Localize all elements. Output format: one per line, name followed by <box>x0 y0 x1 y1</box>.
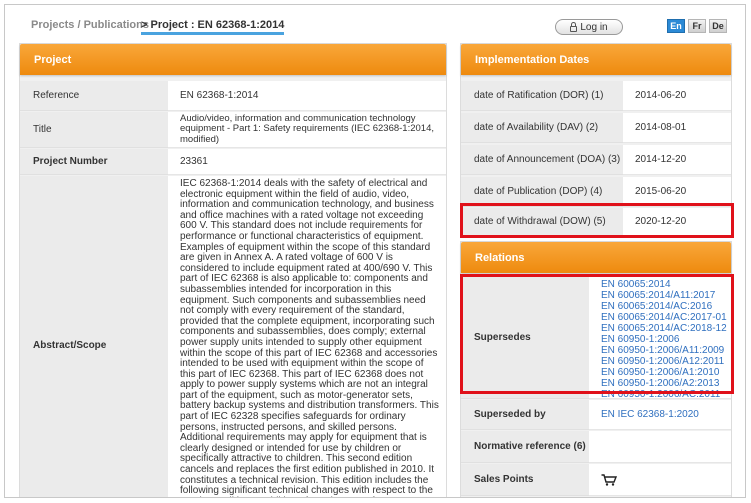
project-row-title: Title Audio/video, information and commu… <box>20 112 446 148</box>
cart-icon[interactable] <box>601 473 617 486</box>
abstract-value: IEC 62368-1:2014 deals with the safety o… <box>168 176 446 497</box>
project-row-number: Project Number 23361 <box>20 149 446 175</box>
relations-row-superseded-by: Superseded by EN IEC 62368-1:2020 <box>461 400 731 430</box>
doa-label: date of Announcement (DOA) (3) <box>461 145 623 175</box>
date-row-availability: date of Availability (DAV) (2) 2014-08-0… <box>461 113 731 143</box>
breadcrumb-parent-link[interactable]: Projects / Publications <box>31 19 149 31</box>
project-number-value: 23361 <box>168 149 446 175</box>
relations-row-sales: Sales Points <box>461 464 731 496</box>
project-panel: Project Reference EN 62368-1:2014 Title … <box>19 43 447 497</box>
sales-points-label: Sales Points <box>461 464 589 496</box>
project-row-abstract: Abstract/Scope IEC 62368-1:2014 deals wi… <box>20 176 446 497</box>
normative-reference-value <box>589 431 731 463</box>
login-label: Log in <box>580 21 608 33</box>
title-value: Audio/video, information and communicati… <box>168 112 446 148</box>
abstract-label: Abstract/Scope <box>20 176 168 497</box>
breadcrumb: Projects / Publications > Project : EN 6… <box>31 19 285 35</box>
superseded-by-label: Superseded by <box>461 400 589 430</box>
dor-label: date of Ratification (DOR) (1) <box>461 81 623 111</box>
project-row-reference: Reference EN 62368-1:2014 <box>20 81 446 111</box>
reference-label: Reference <box>20 81 168 111</box>
lang-fr-button[interactable]: Fr <box>688 19 706 33</box>
date-row-announcement: date of Announcement (DOA) (3) 2014-12-2… <box>461 145 731 175</box>
implementation-panel-title: Implementation Dates <box>461 44 731 75</box>
lock-icon <box>570 21 578 32</box>
project-panel-title: Project <box>20 44 446 75</box>
dor-value: 2014-06-20 <box>623 81 731 111</box>
superseded-by-link[interactable]: EN IEC 62368-1:2020 <box>601 409 699 420</box>
dav-value: 2014-08-01 <box>623 113 731 143</box>
page-frame: Projects / Publications > Project : EN 6… <box>4 4 746 498</box>
language-switcher: En Fr De <box>667 19 727 33</box>
lang-en-button[interactable]: En <box>667 19 685 33</box>
date-row-ratification: date of Ratification (DOR) (1) 2014-06-2… <box>461 81 731 111</box>
login-button[interactable]: Log in <box>555 19 623 35</box>
doa-value: 2014-12-20 <box>623 145 731 175</box>
reference-value: EN 62368-1:2014 <box>168 81 446 111</box>
dav-label: date of Availability (DAV) (2) <box>461 113 623 143</box>
project-number-label: Project Number <box>20 149 168 175</box>
breadcrumb-current: > Project : EN 62368-1:2014 <box>141 19 285 35</box>
normative-reference-label: Normative reference (6) <box>461 431 589 463</box>
withdrawal-highlight-box <box>460 203 734 238</box>
lang-de-button[interactable]: De <box>709 19 727 33</box>
title-label: Title <box>20 112 168 148</box>
supersedes-highlight-box <box>460 274 734 394</box>
relations-row-normative: Normative reference (6) <box>461 431 731 463</box>
relations-panel-title: Relations <box>461 242 731 273</box>
